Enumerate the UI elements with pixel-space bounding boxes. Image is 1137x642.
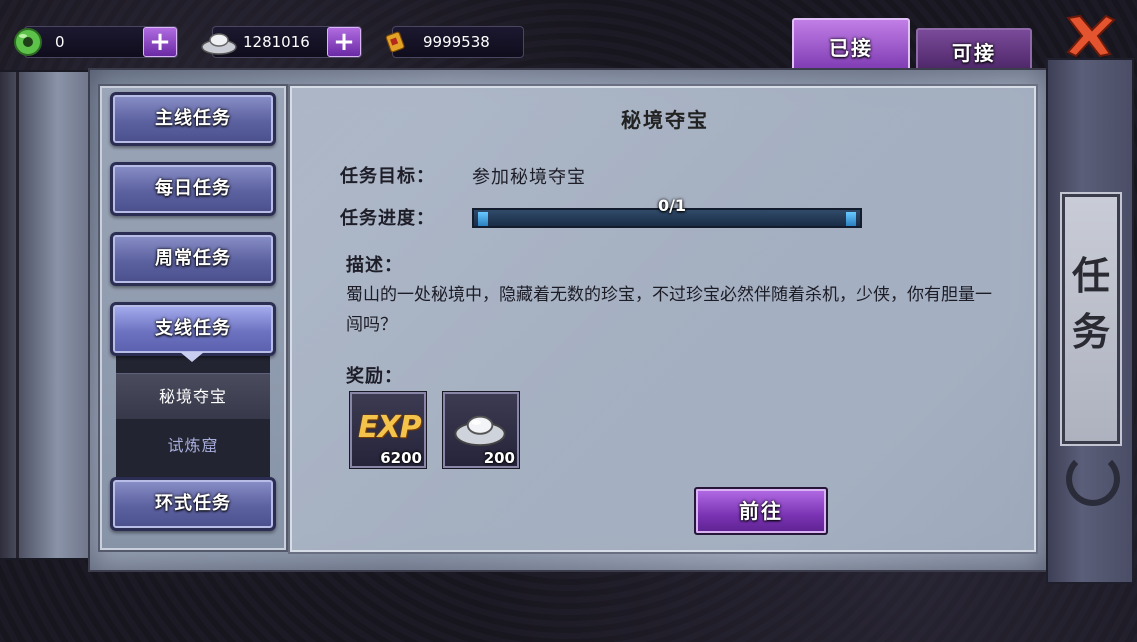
- scroll-title: 任务: [1071, 253, 1110, 354]
- add-jade-button[interactable]: +: [143, 27, 177, 57]
- quest-description: 蜀山的一处秘境中，隐藏着无数的珍宝，不过珍宝必然伴随着杀机，少侠，你有胆量一闯吗…: [346, 285, 992, 335]
- reward-count: 6200: [380, 449, 422, 467]
- left-scroll-decoration: [0, 70, 96, 560]
- jade-value: 0: [55, 33, 65, 51]
- category-side-quest[interactable]: 支线任务: [110, 302, 276, 356]
- category-weekly-quest[interactable]: 周常任务: [110, 232, 276, 286]
- category-ring-quest[interactable]: 环式任务: [110, 477, 276, 531]
- reward-exp-slot[interactable]: EXP 6200: [350, 392, 426, 468]
- chevron-down-icon: [180, 352, 204, 362]
- silver-ingot-icon: [201, 33, 237, 55]
- category-daily-quest[interactable]: 每日任务: [110, 162, 276, 216]
- add-silver-button[interactable]: +: [327, 27, 361, 57]
- close-icon[interactable]: [1062, 14, 1116, 58]
- description-label: 描述：: [346, 255, 403, 276]
- tab-accepted[interactable]: 已接: [792, 18, 910, 74]
- category-main-quest[interactable]: 主线任务: [110, 92, 276, 146]
- reward-silver-slot[interactable]: 200: [443, 392, 519, 468]
- side-quest-item-selected[interactable]: 秘境夺宝: [116, 373, 270, 419]
- jade-coin-icon: [14, 28, 42, 56]
- exp-icon: EXP: [358, 410, 422, 445]
- progress-text: 0/1: [657, 196, 687, 215]
- jade-currency: 0 +: [14, 26, 178, 58]
- silver-currency: 1281016 +: [201, 26, 362, 58]
- reward-label: 奖励：: [346, 366, 403, 387]
- scroll-knob-decoration: [1066, 452, 1120, 506]
- go-button[interactable]: 前往: [694, 487, 828, 535]
- target-label: 任务目标：: [340, 166, 435, 187]
- gold-value: 9999538: [423, 33, 490, 51]
- silver-value: 1281016: [243, 33, 310, 51]
- target-value: 参加秘境夺宝: [472, 167, 586, 188]
- gold-scroll-icon: [385, 31, 405, 53]
- gold-currency: 9999538: [385, 26, 524, 58]
- reward-count: 200: [483, 449, 515, 467]
- side-quest-item[interactable]: 试炼窟: [116, 423, 270, 469]
- progress-label: 任务进度：: [340, 208, 435, 229]
- quest-title: 秘境夺宝: [621, 108, 709, 132]
